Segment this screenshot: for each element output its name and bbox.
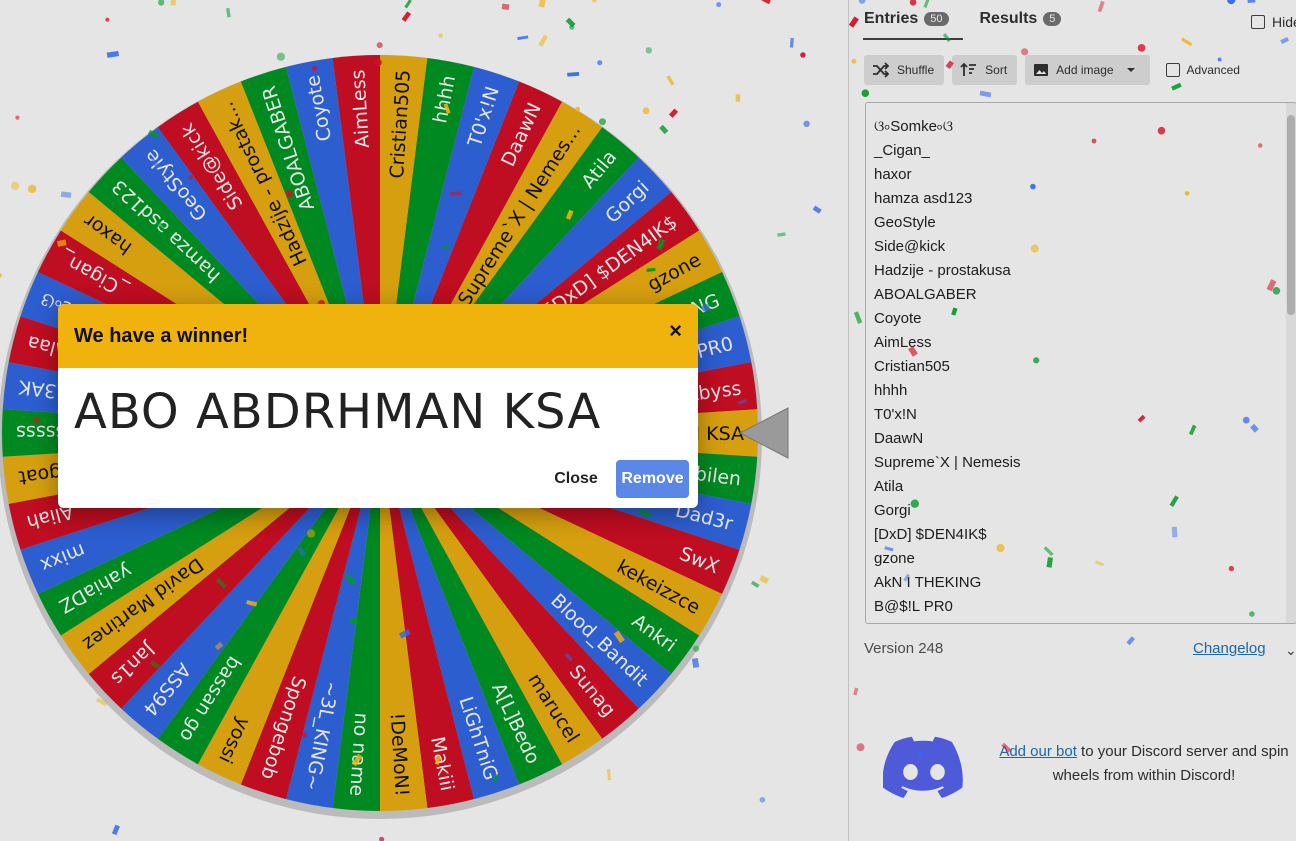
advanced-checkbox[interactable]	[1165, 63, 1180, 77]
winner-dialog: We have a winner! × ABO ABDRHMAN KSA Clo…	[58, 304, 698, 508]
entry-line: AkN I THEKING	[874, 574, 982, 591]
results-count-badge: 5	[1043, 12, 1062, 26]
entry-line: AimLess	[874, 334, 932, 351]
shuffle-icon	[873, 62, 890, 78]
tab-entries-label: Entries	[864, 10, 919, 27]
entries-textarea[interactable]: ଓ৹Somke৹ଓ _Cigan_haxor hamza asd123 GeoStyl…	[865, 102, 1296, 624]
shuffle-label: Shuffle	[897, 63, 935, 77]
entry-line: hhhh	[874, 382, 908, 399]
dropdown-caret-icon	[1126, 68, 1135, 72]
entries-list: ଓ৹Somke৹ଓ _Cigan_haxor hamza asd123 GeoStyl…	[874, 115, 1021, 623]
discord-promo: Add our bot to your Discord server and s…	[984, 740, 1296, 788]
entry-line: Side@kick	[874, 238, 946, 255]
discord-promo-text: to your Discord server and spin wheels f…	[1052, 743, 1289, 784]
advanced-toggle[interactable]: Advanced	[1165, 63, 1240, 77]
entry-line: ABOALGABER	[874, 286, 977, 303]
hide-checkbox[interactable]	[1251, 15, 1265, 29]
app: ଓ৹Somke৹ଓ _Cigan_haxor hamza asd123 GeoStyl…	[0, 0, 1296, 841]
version-label: Version 248	[864, 640, 944, 657]
sort-button[interactable]: Sort	[952, 55, 1018, 85]
entry-line: Cristian505	[874, 358, 950, 375]
discord-icon	[883, 736, 963, 798]
entry-line: hamza asd123	[874, 190, 973, 207]
add-image-button[interactable]: Add image	[1025, 55, 1150, 85]
winner-dialog-header: We have a winner! ×	[58, 304, 698, 368]
image-icon	[1034, 64, 1049, 76]
add-bot-link[interactable]: Add our bot	[999, 743, 1077, 760]
entry-line: Supreme`X | Nemesis	[874, 454, 1021, 471]
sort-icon	[960, 62, 977, 76]
entry-line: Atila	[874, 478, 904, 495]
entry-line: Al...	[874, 619, 1020, 623]
sidebar: Entries 50 Results 5 Hide Shuffle Sort	[848, 0, 1296, 841]
entries-scroll-thumb[interactable]	[1287, 115, 1295, 315]
chevron-down-icon[interactable]: ⌄	[1285, 642, 1296, 659]
hide-label: Hide	[1272, 14, 1296, 30]
tab-results[interactable]: Results 5	[979, 0, 1076, 38]
hide-toggle[interactable]: Hide	[1251, 14, 1296, 30]
entry-line: Hadzije - prostakusa	[874, 262, 1011, 279]
entry-line: Gorgi	[874, 502, 911, 519]
tab-results-label: Results	[979, 10, 1038, 27]
entry-line: gzone	[874, 550, 915, 567]
entry-line: T0'x!N	[874, 406, 917, 423]
entry-line: haxor	[874, 166, 912, 183]
entry-line: DaawN	[874, 430, 924, 447]
winner-name: ABO ABDRHMAN KSA	[74, 384, 602, 440]
close-icon[interactable]: ×	[669, 318, 682, 344]
entry-line: ଓ৹Somke৹ଓ	[874, 118, 954, 135]
sort-label: Sort	[985, 63, 1008, 77]
changelog-link[interactable]: Changelog	[1193, 640, 1266, 657]
entry-line: _Cigan_	[874, 142, 930, 159]
entries-scrollbar[interactable]	[1286, 103, 1296, 623]
entries-toolbar: Shuffle Sort Add image Advanced	[864, 55, 1240, 85]
winner-dialog-title: We have a winner!	[74, 324, 249, 347]
entry-line: GeoStyle	[874, 214, 936, 231]
remove-button[interactable]: Remove	[616, 460, 689, 498]
close-button[interactable]: Close	[544, 460, 608, 498]
shuffle-button[interactable]: Shuffle	[864, 55, 945, 85]
entries-count-badge: 50	[924, 12, 949, 26]
entry-line: Coyote	[874, 310, 922, 327]
add-image-label: Add image	[1056, 63, 1114, 77]
tab-bar: Entries 50 Results 5	[863, 0, 1091, 40]
advanced-label: Advanced	[1186, 63, 1240, 77]
entry-line: B@$!L PR0	[874, 598, 953, 615]
tab-entries[interactable]: Entries 50	[863, 0, 963, 40]
entry-line: [DxD] $DEN4IK$	[874, 526, 987, 543]
